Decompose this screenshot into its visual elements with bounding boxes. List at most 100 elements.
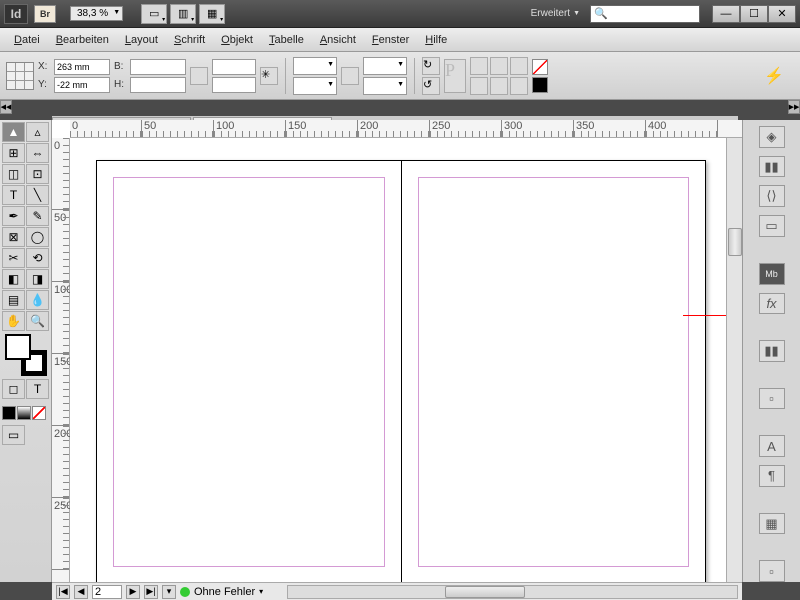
links-panel-icon[interactable]: ⟨⟩ — [759, 185, 785, 207]
selection-tool[interactable]: ▲ — [2, 122, 25, 142]
reference-point[interactable] — [6, 62, 34, 90]
pen-tool[interactable]: ✒ — [2, 206, 25, 226]
scale-link-icon[interactable]: ✳ — [260, 67, 278, 85]
constrain-icon[interactable] — [190, 67, 208, 85]
menu-tabelle[interactable]: Tabelle — [261, 31, 312, 49]
fill-none-icon[interactable] — [532, 59, 548, 75]
first-page-button[interactable]: |◀ — [56, 585, 70, 599]
effects-panel-icon[interactable]: fx — [759, 293, 785, 315]
align-1[interactable] — [470, 57, 488, 75]
menu-ansicht[interactable]: Ansicht — [312, 31, 364, 49]
fill-black-icon[interactable] — [532, 77, 548, 93]
menu-datei[interactable]: Datei — [6, 31, 48, 49]
search-field[interactable]: 🔍 — [590, 5, 700, 23]
content-place-tool[interactable]: ⊡ — [26, 164, 49, 184]
page-number-input[interactable]: 2 — [92, 585, 122, 599]
gradient-feather-tool[interactable]: ◨ — [26, 269, 49, 289]
hand-tool[interactable]: ✋ — [2, 311, 25, 331]
cell-styles-icon[interactable]: ▫ — [759, 560, 785, 582]
prev-page-button[interactable]: ◀ — [74, 585, 88, 599]
menu-layout[interactable]: Layout — [117, 31, 166, 49]
rect-frame-tool[interactable]: ⊠ — [2, 227, 25, 247]
menu-hilfe[interactable]: Hilfe — [417, 31, 455, 49]
minibridge-panel-icon[interactable]: Mb — [759, 263, 785, 285]
align-3[interactable] — [510, 57, 528, 75]
gradient-tool[interactable]: ◧ — [2, 269, 25, 289]
view-mode-normal[interactable]: ▭ — [2, 425, 25, 445]
align-4[interactable] — [470, 77, 488, 95]
menu-objekt[interactable]: Objekt — [213, 31, 261, 49]
preflight-status-icon[interactable] — [180, 587, 190, 597]
quick-apply-icon[interactable]: ⚡ — [764, 66, 784, 86]
align-2[interactable] — [490, 57, 508, 75]
zoom-tool[interactable]: 🔍 — [26, 311, 49, 331]
menu-fenster[interactable]: Fenster — [364, 31, 417, 49]
maximize-button[interactable]: ☐ — [740, 5, 768, 23]
apply-color-icon[interactable] — [2, 406, 16, 420]
rotate-ccw-icon[interactable]: ↺ — [422, 77, 440, 95]
flip-h-icon[interactable] — [341, 67, 359, 85]
stroke-weight[interactable] — [363, 57, 407, 75]
next-page-button[interactable]: ▶ — [126, 585, 140, 599]
fill-stroke-proxy[interactable] — [5, 334, 47, 376]
y-input[interactable]: -22 mm — [54, 77, 110, 93]
menu-schrift[interactable]: Schrift — [166, 31, 213, 49]
pages-panel-icon[interactable]: ▭ — [759, 215, 785, 237]
collapse-right-icon[interactable]: ▶▶ — [788, 100, 800, 114]
format-container-icon[interactable]: ◻ — [2, 379, 25, 399]
layers-panel-icon[interactable]: ◈ — [759, 126, 785, 148]
eyedropper-tool[interactable]: 💧 — [26, 290, 49, 310]
rotate-input[interactable] — [293, 57, 337, 75]
page-right[interactable] — [401, 161, 706, 582]
open-dropdown[interactable]: ▾ — [162, 585, 176, 599]
x-input[interactable]: 263 mm — [54, 59, 110, 75]
shear-input[interactable] — [293, 77, 337, 95]
bridge-button[interactable]: Br — [34, 5, 56, 23]
gap-tool[interactable]: ⇔ — [26, 143, 49, 163]
note-tool[interactable]: ▤ — [2, 290, 25, 310]
w-input[interactable] — [130, 59, 186, 75]
h-input[interactable] — [130, 77, 186, 93]
pasteboard[interactable] — [70, 138, 726, 582]
collapse-left-icon[interactable]: ◀◀ — [0, 100, 12, 114]
last-page-button[interactable]: ▶| — [144, 585, 158, 599]
page-tool[interactable]: ⊞ — [2, 143, 25, 163]
scroll-thumb[interactable] — [445, 586, 525, 598]
view-options-button[interactable]: ▥▾ — [170, 4, 196, 24]
library-panel-icon[interactable]: ▮▮ — [759, 156, 785, 178]
zoom-level-combo[interactable]: 38,3 % — [70, 6, 123, 21]
minimize-button[interactable]: — — [712, 5, 740, 23]
format-text-icon[interactable]: T — [26, 379, 49, 399]
page-left[interactable] — [97, 161, 401, 582]
scale-y-input[interactable] — [212, 77, 256, 93]
align-5[interactable] — [490, 77, 508, 95]
content-tool[interactable]: ◫ — [2, 164, 25, 184]
apply-none-icon[interactable] — [32, 406, 46, 420]
stroke-style[interactable] — [363, 77, 407, 95]
arrange-docs-button[interactable]: ▦▾ — [199, 4, 225, 24]
transform-tool[interactable]: ⟲ — [26, 248, 49, 268]
character-panel-icon[interactable]: A — [759, 435, 785, 457]
scroll-thumb[interactable] — [728, 228, 742, 256]
paragraph-panel-icon[interactable]: ¶ — [759, 465, 785, 487]
screen-mode-button[interactable]: ▭▾ — [141, 4, 167, 24]
type-tool[interactable]: T — [2, 185, 25, 205]
table-panel-icon[interactable]: ▦ — [759, 513, 785, 535]
paragraph-styles-icon[interactable]: ▮▮ — [759, 340, 785, 362]
text-wrap-icon[interactable]: P — [444, 59, 466, 93]
horizontal-scrollbar[interactable] — [287, 585, 738, 599]
scale-x-input[interactable] — [212, 59, 256, 75]
vertical-scrollbar[interactable] — [726, 138, 742, 582]
line-tool[interactable]: ╲ — [26, 185, 49, 205]
apply-gradient-icon[interactable] — [17, 406, 31, 420]
object-styles-icon[interactable]: ▫ — [759, 388, 785, 410]
align-6[interactable] — [510, 77, 528, 95]
scissors-tool[interactable]: ✂ — [2, 248, 25, 268]
vertical-ruler[interactable]: 050100150200250 — [52, 138, 70, 582]
horizontal-ruler[interactable]: 050100150200250300350400 — [70, 120, 742, 138]
close-button[interactable]: ✕ — [768, 5, 796, 23]
pencil-tool[interactable]: ✎ — [26, 206, 49, 226]
ellipse-tool[interactable]: ◯ — [26, 227, 49, 247]
workspace-switcher[interactable]: Erweitert — [531, 8, 580, 19]
menu-bearbeiten[interactable]: Bearbeiten — [48, 31, 117, 49]
